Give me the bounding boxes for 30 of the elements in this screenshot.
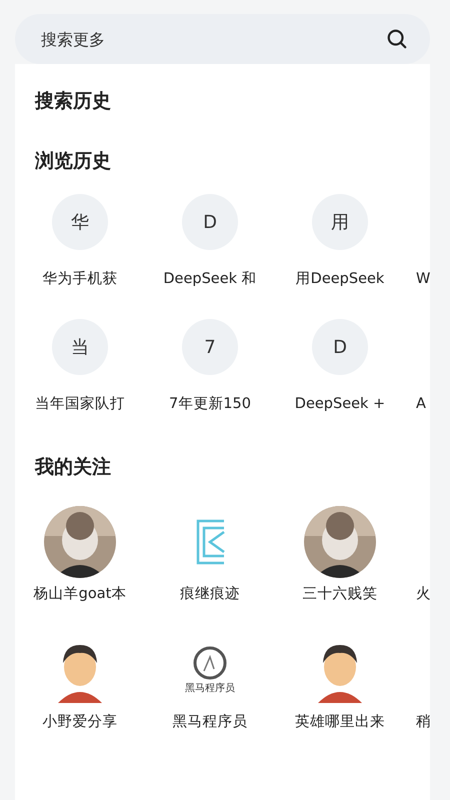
- history-avatar[interactable]: 华: [52, 194, 108, 250]
- history-title[interactable]: 7年更新150: [169, 394, 251, 414]
- history-title[interactable]: A: [416, 394, 426, 414]
- history-avatar[interactable]: 用: [312, 194, 368, 250]
- logo-icon: [192, 645, 228, 681]
- account-name[interactable]: 小野爱分享: [42, 712, 118, 732]
- history-title[interactable]: DeepSeek 和: [163, 269, 257, 289]
- logo-text: 黑马程序员: [185, 682, 235, 695]
- history-title[interactable]: DeepSeek +: [294, 394, 386, 414]
- search-bar[interactable]: 搜索更多: [15, 14, 430, 64]
- search-icon[interactable]: [386, 28, 408, 50]
- history-title[interactable]: 当年国家队打: [35, 394, 125, 414]
- history-title[interactable]: W: [416, 269, 430, 289]
- section-title: 我的关注: [34, 455, 112, 480]
- account-name[interactable]: 稍: [416, 712, 431, 732]
- account-name[interactable]: 痕继痕迹: [180, 584, 240, 604]
- section-title: 搜索历史: [34, 89, 112, 114]
- account-name[interactable]: 黑马程序员: [172, 712, 248, 732]
- history-title[interactable]: 华为手机获: [42, 269, 118, 289]
- history-title[interactable]: 用DeepSeek: [296, 269, 384, 289]
- section-title: 浏览历史: [34, 149, 112, 174]
- history-avatar[interactable]: 当: [52, 319, 108, 375]
- history-avatar[interactable]: D: [312, 319, 368, 375]
- account-name[interactable]: 英雄哪里出来: [295, 712, 385, 732]
- account-name[interactable]: 杨山羊goat本: [34, 584, 126, 604]
- history-avatar[interactable]: 7: [182, 319, 238, 375]
- search-field[interactable]: 搜索更多: [39, 28, 386, 50]
- account-name[interactable]: 火: [416, 584, 431, 604]
- account-name[interactable]: 三十六贱笑: [302, 584, 378, 604]
- history-avatar[interactable]: D: [182, 194, 238, 250]
